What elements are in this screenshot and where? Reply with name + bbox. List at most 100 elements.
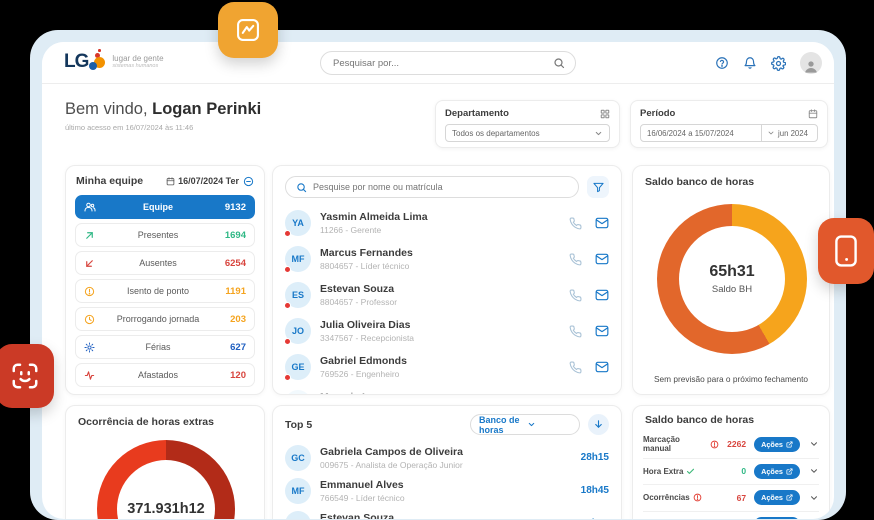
acoes-button[interactable]: Ações <box>754 437 800 452</box>
contact-row[interactable]: YA Yasmin Almeida Lima11266 - Gerente <box>285 205 609 241</box>
acoes-button[interactable]: Ações <box>754 490 800 505</box>
contact-row[interactable]: GE Gabriel Edmonds769526 - Engenheiro <box>285 349 609 385</box>
top5-row[interactable]: MF Emmanuel Alves766549 - Líder técnico … <box>285 474 609 507</box>
period-range-input[interactable]: 16/06/2024 a 15/07/2024 <box>641 129 761 138</box>
avatar: YA <box>285 210 311 236</box>
mail-icon[interactable] <box>595 252 609 266</box>
mail-icon[interactable] <box>595 288 609 302</box>
people-search[interactable] <box>285 176 579 198</box>
department-select[interactable]: Todos os departamentos <box>445 124 610 142</box>
team-row-prorrogando[interactable]: Prorrogando jornada 203 <box>75 307 255 331</box>
acoes-button[interactable]: Ações <box>754 464 800 479</box>
mobile-device-badge[interactable] <box>818 218 874 284</box>
arrow-down-icon <box>593 419 604 430</box>
logo-monogram: LG <box>64 51 88 73</box>
logo-dots-icon <box>89 49 107 75</box>
overtime-value: 371.931h12 <box>127 501 204 517</box>
chevron-down-icon[interactable] <box>809 466 819 476</box>
presence-dot <box>284 266 291 273</box>
alert-circle-icon <box>84 286 96 297</box>
chevron-down-icon <box>594 129 603 138</box>
bh-action-row: Ocorrências 67 Ações <box>643 484 819 511</box>
mail-icon[interactable] <box>595 360 609 374</box>
contact-row[interactable]: ML Marcela Lemos3347567 - Recepcionista <box>285 385 609 395</box>
chevron-down-icon[interactable] <box>809 493 819 503</box>
people-panel: YA Yasmin Almeida Lima11266 - Gerente MF… <box>272 165 622 395</box>
chevron-down-icon <box>527 420 571 429</box>
presence-dot <box>284 302 291 309</box>
overtime-title: Ocorrência de horas extras <box>78 416 214 428</box>
team-row-presentes[interactable]: Presentes 1694 <box>75 223 255 247</box>
collapse-icon[interactable] <box>243 176 254 187</box>
avatar: GC <box>285 445 311 471</box>
team-panel-title: Minha equipe <box>76 175 162 187</box>
top5-metric-select[interactable]: Banco de horas <box>470 414 580 435</box>
team-panel: Minha equipe 16/07/2024 Ter Equipe 9132 <box>65 165 265 395</box>
download-button[interactable] <box>588 414 609 435</box>
alert-circle-icon <box>693 493 702 502</box>
calendar-icon <box>166 177 175 186</box>
department-label: Departamento <box>445 108 509 119</box>
team-row-ferias[interactable]: Férias 627 <box>75 335 255 359</box>
line-chart-badge[interactable] <box>218 2 278 58</box>
overtime-panel: Ocorrência de horas extras 371.931h12 <box>65 405 265 519</box>
phone-icon[interactable] <box>569 289 582 302</box>
top5-row[interactable]: GC Gabriela Campos de Oliveira009675 - A… <box>285 441 609 474</box>
bank-hours-value: 65h31 <box>709 263 754 281</box>
phone-icon[interactable] <box>569 325 582 338</box>
bh-action-row: Marcação manual 2262 Ações <box>643 431 819 458</box>
line-chart-icon <box>234 16 262 44</box>
sun-icon <box>84 342 96 353</box>
mail-icon[interactable] <box>595 324 609 338</box>
bell-icon[interactable] <box>743 56 757 70</box>
department-filter-card: Departamento Todos os departamentos <box>435 100 620 148</box>
page-title: Bem vindo, Logan Perinki <box>65 100 261 119</box>
bank-hours-actions-panel: Saldo banco de horas Marcação manual 226… <box>632 405 830 519</box>
team-row-afastados[interactable]: Afastados 120 <box>75 363 255 387</box>
chevron-down-icon[interactable] <box>809 439 819 449</box>
funnel-icon <box>593 182 604 193</box>
global-search-input[interactable] <box>333 58 553 69</box>
mail-icon[interactable] <box>595 216 609 230</box>
people-search-input[interactable] <box>313 182 568 192</box>
face-scan-badge[interactable] <box>0 344 54 408</box>
bank-hours-title: Saldo banco de horas <box>645 176 754 188</box>
bank-hours-footer: Sem previsão para o próximo fechamento <box>633 374 829 384</box>
team-date[interactable]: 16/07/2024 Ter <box>166 176 239 186</box>
phone-icon[interactable] <box>569 253 582 266</box>
contact-row[interactable]: MF Marcus Fernandes8804657 - Líder técni… <box>285 241 609 277</box>
avatar: ML <box>285 390 311 395</box>
presence-dot <box>284 338 291 345</box>
contact-row[interactable]: ES Estevan Souza8804657 - Professor <box>285 277 609 313</box>
period-label: Período <box>640 108 675 119</box>
gear-icon[interactable] <box>771 56 786 71</box>
user-name: Logan Perinki <box>152 100 261 118</box>
filter-button[interactable] <box>587 176 609 198</box>
grid-icon <box>600 109 610 119</box>
search-icon <box>296 182 307 193</box>
user-avatar[interactable] <box>800 52 822 74</box>
top5-hours: 18h45 <box>581 485 609 496</box>
top5-hours: 18h20 <box>581 518 609 519</box>
help-icon[interactable] <box>715 56 729 70</box>
team-row-isento[interactable]: Isento de ponto 1191 <box>75 279 255 303</box>
presence-dot <box>284 374 291 381</box>
acoes-button[interactable]: Ações <box>754 517 800 519</box>
bank-hours-label: Saldo BH <box>712 284 752 295</box>
external-link-icon <box>786 494 793 501</box>
phone-icon[interactable] <box>569 217 582 230</box>
phone-icon[interactable] <box>569 361 582 374</box>
team-row-equipe[interactable]: Equipe 9132 <box>75 195 255 219</box>
avatar: ES <box>285 282 311 308</box>
check-icon <box>686 467 695 476</box>
team-row-ausentes[interactable]: Ausentes 6254 <box>75 251 255 275</box>
contact-row[interactable]: JO Julia Oliveira Dias3347567 - Recepcio… <box>285 313 609 349</box>
period-month-select[interactable]: jun 2024 <box>761 125 817 141</box>
top5-row[interactable]: ES Estevan Souza8804657 - Professor 18h2… <box>285 507 609 519</box>
overtime-donut-chart: 371.931h12 <box>97 440 235 519</box>
avatar: MF <box>285 478 311 504</box>
global-search[interactable] <box>320 51 576 75</box>
bank-hours-panel: Saldo banco de horas 65h31 Saldo BH Sem … <box>632 165 830 395</box>
alert-circle-icon <box>710 440 719 449</box>
chevron-down-icon <box>767 129 775 137</box>
